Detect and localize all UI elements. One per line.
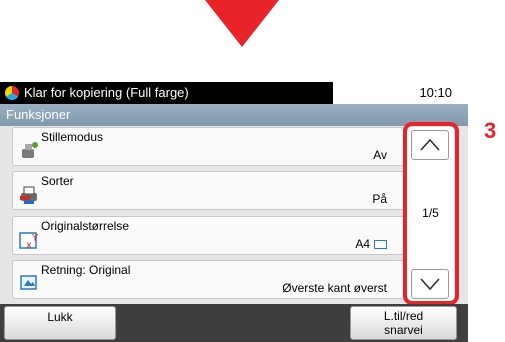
function-row-orientation[interactable]: Retning: Original Øverste kant øverst	[12, 260, 406, 299]
paper-size-icon	[374, 240, 387, 250]
status-message: Klar for kopiering (Full farge)	[24, 85, 189, 100]
function-value: A4	[355, 237, 387, 251]
close-button[interactable]: Lukk	[4, 306, 116, 340]
function-label: Originalstørrelse	[41, 219, 130, 233]
function-row-collate[interactable]: Sorter På	[12, 171, 406, 210]
step-arrow	[205, 0, 279, 47]
function-value: På	[372, 192, 387, 206]
quiet-mode-icon	[18, 140, 40, 162]
functions-header: Funksjoner	[0, 104, 468, 126]
svg-text:Y: Y	[31, 233, 39, 244]
function-label: Retning: Original	[41, 263, 131, 277]
color-mode-icon	[5, 86, 19, 100]
page-title: Funksjoner	[6, 107, 71, 122]
original-size-icon: x Y	[18, 229, 40, 251]
function-row-original-size[interactable]: x Y Originalstørrelse A4	[12, 216, 406, 255]
step-callout: 3	[484, 118, 497, 143]
function-value: Av	[373, 148, 387, 162]
orientation-icon	[18, 273, 40, 295]
scroll-highlight-frame	[403, 122, 459, 305]
shortcut-button[interactable]: L.til/red snarvei	[350, 306, 457, 340]
status-bar: Klar for kopiering (Full farge) 10:10	[0, 82, 468, 104]
function-label: Sorter	[41, 174, 74, 188]
clock: 10:10	[419, 85, 452, 100]
function-value: Øverste kant øverst	[282, 281, 387, 295]
function-label: Stillemodus	[41, 130, 104, 144]
collate-icon	[18, 184, 40, 206]
function-row-quiet-mode[interactable]: Stillemodus Av	[12, 127, 406, 166]
